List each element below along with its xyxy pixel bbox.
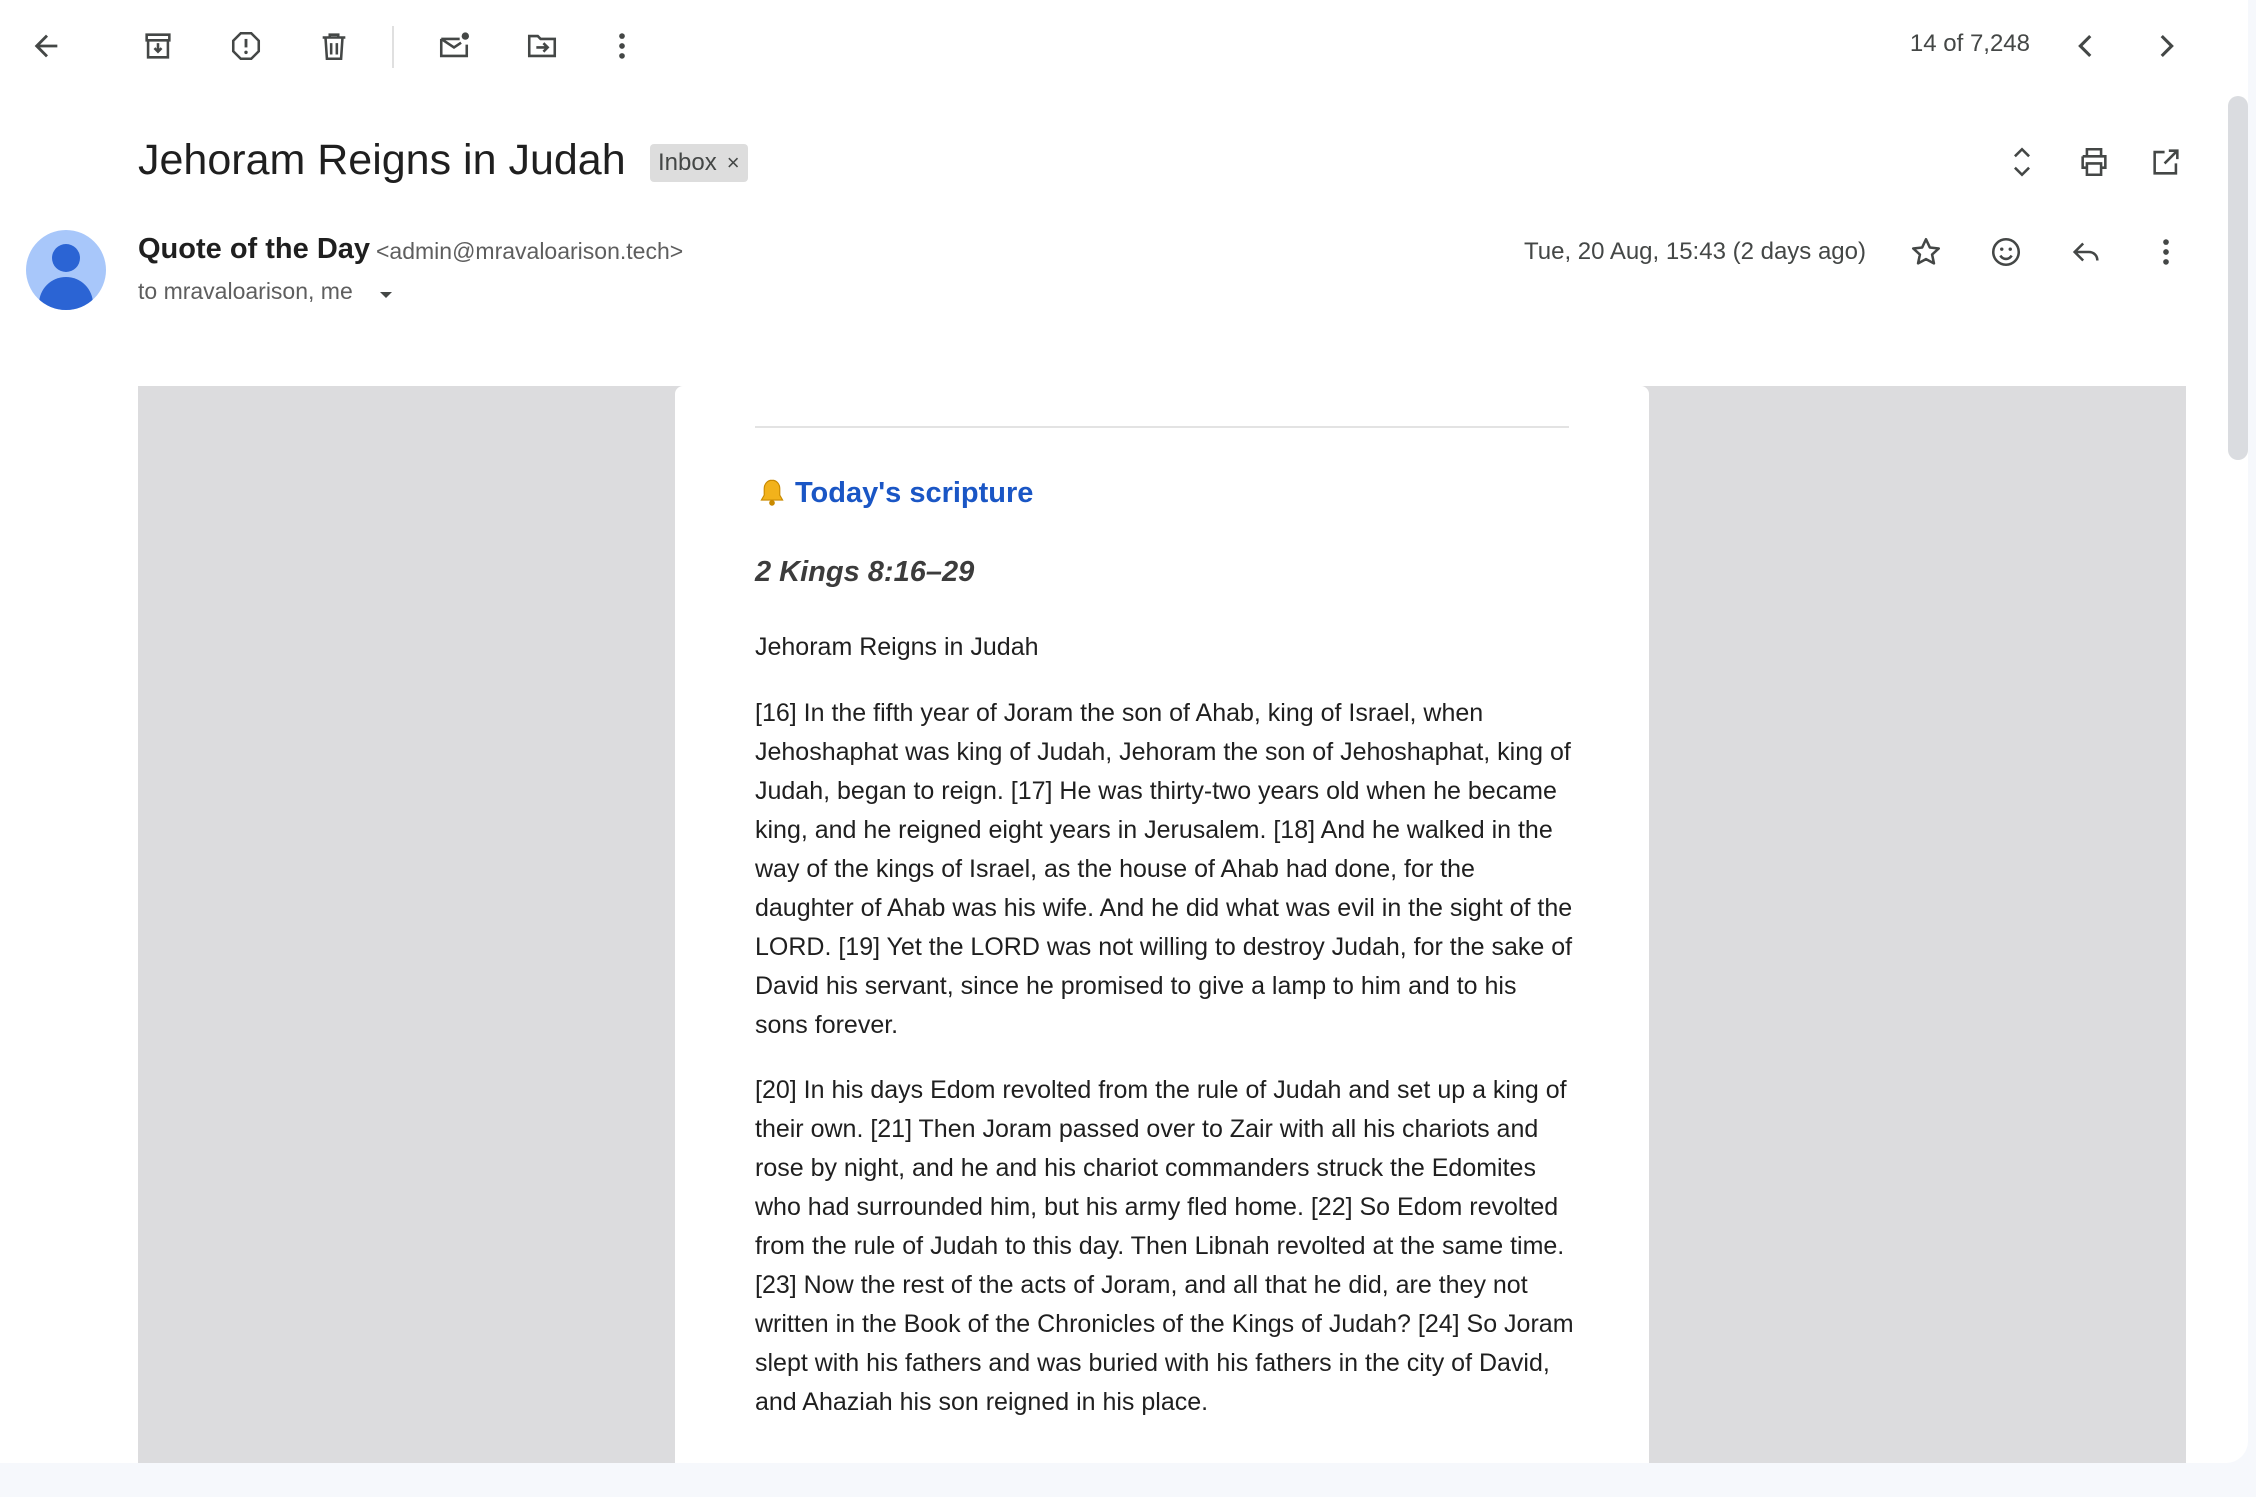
print-button[interactable]	[2066, 134, 2122, 190]
back-icon	[34, 34, 58, 58]
email-content-card: Today's scripture 2 Kings 8:16–29 Jehora…	[675, 386, 1649, 1463]
sender-email: <admin@mravaloarison.tech>	[376, 238, 684, 264]
label-chip-text: Inbox	[658, 149, 717, 176]
open-in-new-window-button[interactable]	[2138, 134, 2194, 190]
passage-title: Jehoram Reigns in Judah	[755, 633, 1039, 661]
label-chip-inbox[interactable]: Inbox ×	[650, 144, 748, 182]
star-button[interactable]	[1898, 224, 1954, 280]
chevron-left-icon	[2078, 34, 2092, 58]
add-reaction-button[interactable]	[1978, 224, 2034, 280]
emoji-icon	[1991, 237, 2021, 267]
more-options-button[interactable]	[594, 18, 650, 74]
caret-down-icon	[380, 292, 392, 298]
more-vert-icon	[619, 33, 625, 59]
expand-all-icon	[2014, 147, 2030, 177]
mark-unread-button[interactable]	[426, 18, 482, 74]
more-vert-icon	[2163, 239, 2169, 265]
delete-button[interactable]	[306, 18, 362, 74]
print-icon	[2081, 147, 2107, 177]
reply-button[interactable]	[2058, 224, 2114, 280]
bell-icon	[760, 479, 784, 506]
email-date: Tue, 20 Aug, 15:43 (2 days ago)	[1523, 238, 1866, 265]
delete-icon	[322, 33, 346, 61]
email-view: 14 of 7,248 Jehoram Reigns in Judah Inbo…	[0, 0, 2248, 1463]
report-spam-button[interactable]	[218, 18, 274, 74]
scripture-reference: 2 Kings 8:16–29	[755, 556, 975, 588]
section-heading-text: Today's scripture	[795, 476, 1034, 509]
archive-button[interactable]	[130, 18, 186, 74]
chevron-right-icon	[2160, 34, 2174, 58]
passage-paragraph: [16] In the fifth year of Joram the son …	[755, 699, 1573, 1039]
avatar[interactable]	[26, 230, 106, 310]
message-counter: 14 of 7,248	[1909, 30, 2030, 57]
report-spam-icon	[231, 31, 261, 61]
move-to-icon	[527, 34, 557, 58]
remove-label-icon[interactable]: ×	[727, 150, 740, 176]
divider	[755, 426, 1569, 428]
back-button[interactable]	[18, 18, 74, 74]
email-subject: Jehoram Reigns in Judah	[138, 136, 626, 184]
older-button[interactable]	[2138, 18, 2194, 74]
sender-name[interactable]: Quote of the Day	[138, 233, 370, 266]
move-to-button[interactable]	[514, 18, 570, 74]
message-more-button[interactable]	[2138, 224, 2194, 280]
star-icon	[1911, 237, 1941, 265]
reply-icon	[2072, 242, 2099, 262]
recipients: to mravaloarison, me	[138, 278, 353, 304]
section-heading: Today's scripture	[755, 476, 1033, 510]
mark-unread-icon	[439, 32, 470, 58]
newer-button[interactable]	[2058, 18, 2114, 74]
archive-icon	[145, 33, 171, 59]
scrollbar-thumb[interactable]	[2228, 96, 2248, 460]
expand-all-button[interactable]	[1994, 134, 2050, 190]
show-details-button[interactable]	[374, 283, 398, 307]
open-in-new-icon	[2153, 149, 2179, 175]
passage-paragraph: [20] In his days Edom revolted from the …	[755, 1076, 1574, 1416]
toolbar-divider	[392, 26, 394, 68]
avatar-body-shape	[39, 277, 93, 310]
avatar-head-shape	[52, 244, 80, 272]
